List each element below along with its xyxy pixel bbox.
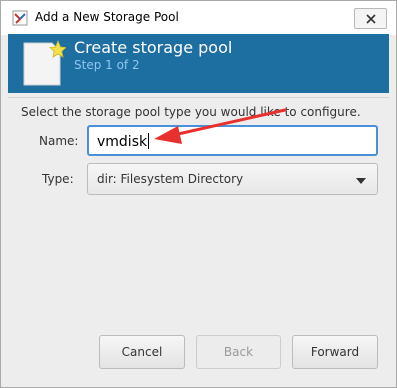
type-select[interactable]: dir: Filesystem Directory (87, 163, 378, 195)
name-input[interactable]: vmdisk (87, 125, 378, 156)
title-bar[interactable]: Add a New Storage Pool (1, 1, 396, 35)
cancel-button[interactable]: Cancel (99, 335, 185, 369)
page-title: Create storage pool (74, 38, 233, 57)
forward-button[interactable]: Forward (292, 335, 378, 369)
app-icon (12, 10, 28, 26)
name-label: Name: (39, 134, 79, 148)
chevron-down-icon (356, 178, 366, 184)
type-select-value: dir: Filesystem Directory (97, 172, 244, 186)
instruction-text: Select the storage pool type you would l… (21, 105, 361, 119)
new-document-icon (23, 39, 66, 86)
step-indicator: Step 1 of 2 (74, 58, 140, 72)
type-label: Type: (42, 172, 74, 186)
close-icon (366, 14, 376, 24)
close-button[interactable] (354, 8, 387, 29)
header-banner: Create storage pool Step 1 of 2 (8, 34, 389, 93)
window-title: Add a New Storage Pool (35, 10, 179, 24)
dialog-window: Add a New Storage Pool Create storage po… (0, 0, 397, 388)
back-button[interactable]: Back (196, 335, 281, 369)
name-input-value: vmdisk (97, 133, 150, 150)
divider (8, 97, 389, 98)
text-caret (148, 133, 150, 149)
